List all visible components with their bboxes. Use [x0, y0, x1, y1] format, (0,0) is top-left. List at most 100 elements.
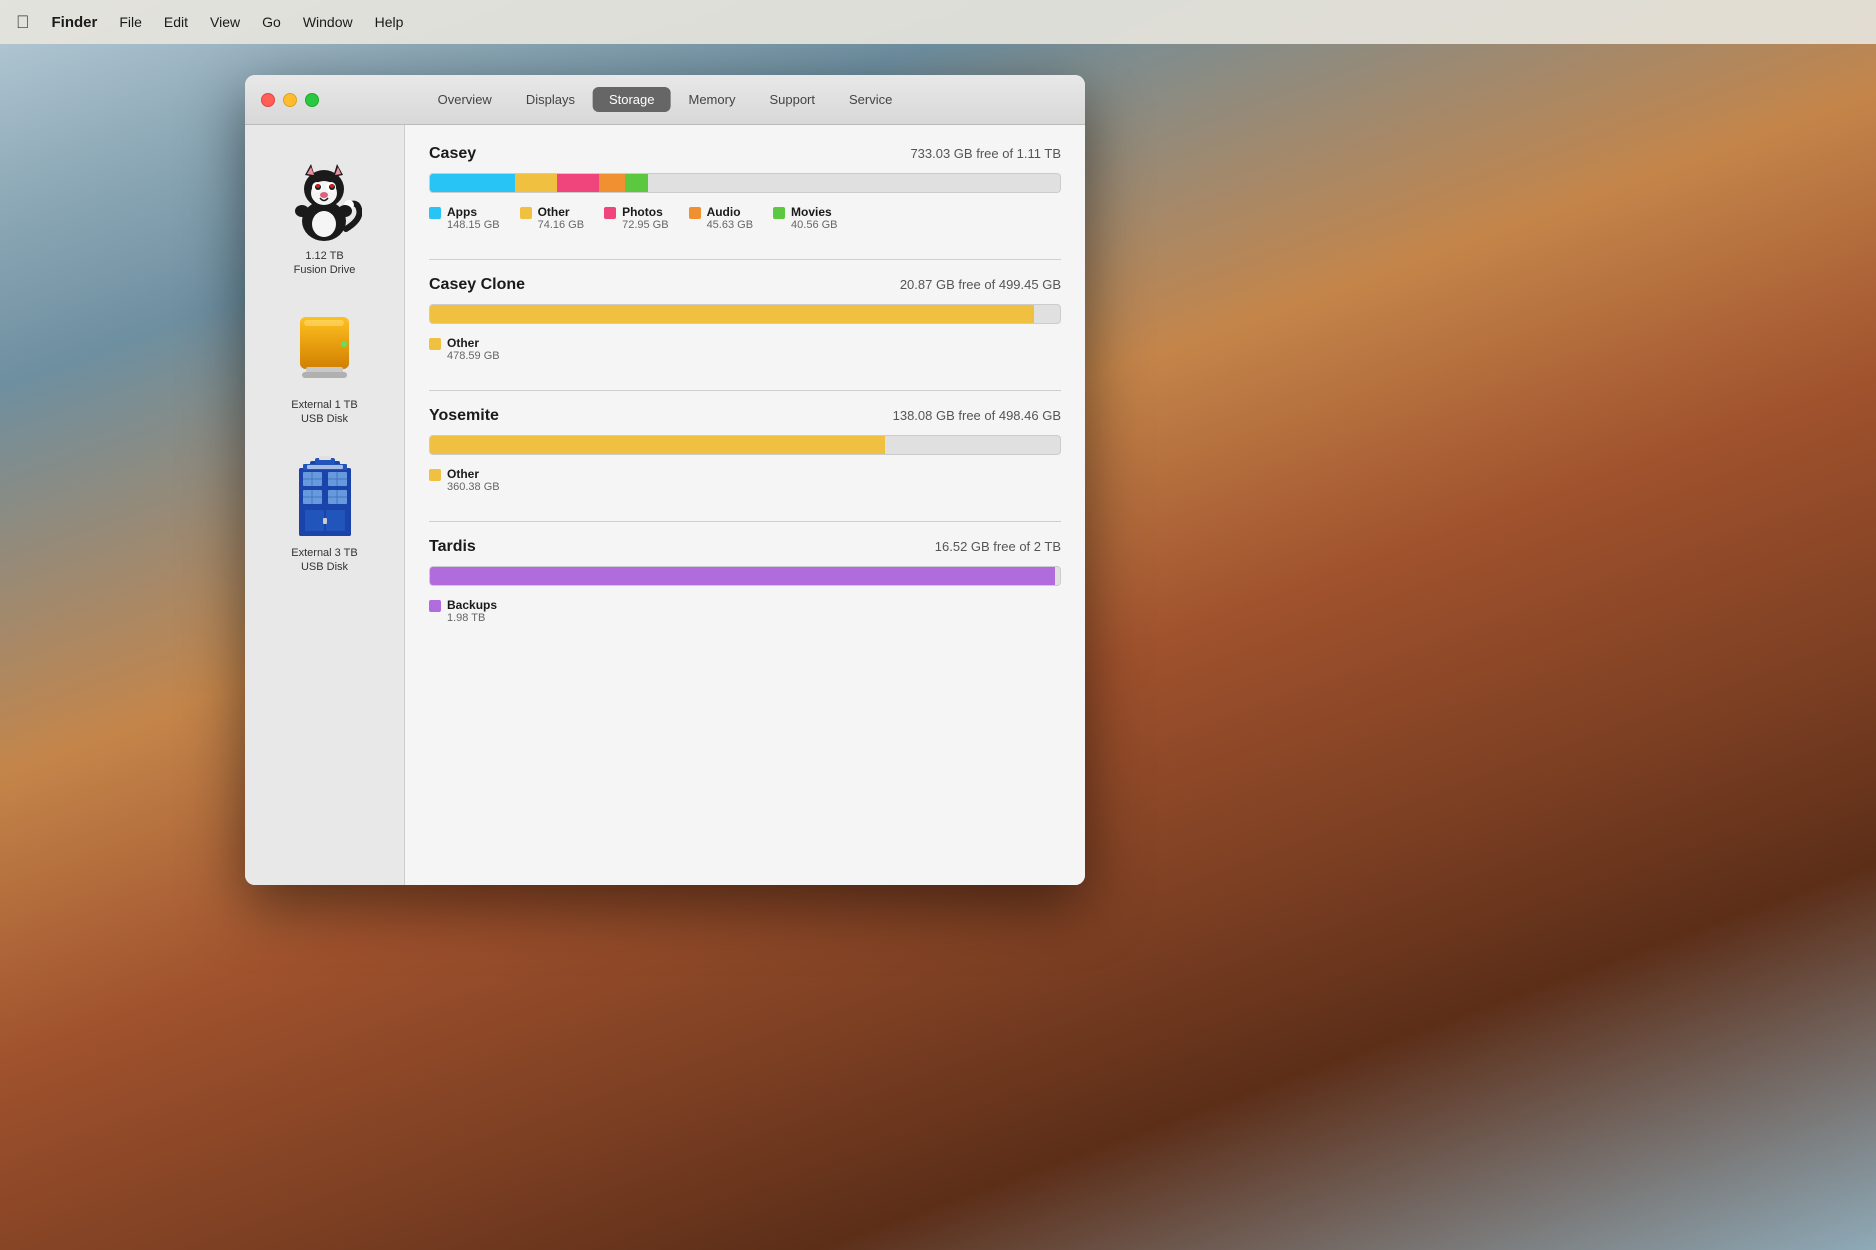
- casey-drive-icon: [285, 161, 365, 241]
- photos-label: Photos: [622, 205, 668, 219]
- photos-size: 72.95 GB: [622, 219, 668, 231]
- casey-clone-section: Casey Clone 20.87 GB free of 499.45 GB O…: [429, 276, 1061, 362]
- movies-size: 40.56 GB: [791, 219, 837, 231]
- casey-bar-audio: [599, 174, 625, 192]
- casey-free: 733.03 GB free of 1.11 TB: [910, 146, 1061, 161]
- yosemite-legend: Other 360.38 GB: [429, 467, 1061, 493]
- casey-clone-bar-other: [430, 305, 1034, 323]
- menu-window[interactable]: Window: [303, 14, 353, 30]
- casey-bar-photos: [557, 174, 599, 192]
- other-color: [520, 207, 532, 219]
- tab-bar: Overview Displays Storage Memory Support…: [422, 87, 909, 112]
- menubar:  Finder File Edit View Go Window Help: [0, 0, 1876, 44]
- legend-clone-other: Other 478.59 GB: [429, 336, 500, 362]
- yosemite-name: Yosemite: [429, 407, 499, 425]
- maximize-button[interactable]: [305, 93, 319, 107]
- casey-clone-free: 20.87 GB free of 499.45 GB: [900, 277, 1061, 292]
- apps-label: Apps: [447, 205, 500, 219]
- tab-storage[interactable]: Storage: [593, 87, 671, 112]
- legend-backups: Backups 1.98 TB: [429, 598, 497, 624]
- external1-drive-label: External 1 TB USB Disk: [291, 398, 357, 427]
- yosemite-other-size: 360.38 GB: [447, 481, 500, 493]
- movies-color: [773, 207, 785, 219]
- legend-photos: Photos 72.95 GB: [604, 205, 668, 231]
- external-drive-icon: [285, 310, 365, 390]
- menu-view[interactable]: View: [210, 14, 240, 30]
- legend-movies: Movies 40.56 GB: [773, 205, 837, 231]
- yosemite-storage-bar: [429, 435, 1061, 455]
- menu-go[interactable]: Go: [262, 14, 281, 30]
- app-name: Finder: [52, 14, 98, 31]
- yosemite-other-color: [429, 469, 441, 481]
- tab-memory[interactable]: Memory: [673, 87, 752, 112]
- other-label: Other: [538, 205, 584, 219]
- tardis-section: Tardis 16.52 GB free of 2 TB Backups 1.9…: [429, 538, 1061, 624]
- tardis-svg: [295, 456, 355, 541]
- other-size: 74.16 GB: [538, 219, 584, 231]
- casey-clone-storage-bar: [429, 304, 1061, 324]
- apple-menu-icon[interactable]: : [16, 12, 30, 33]
- tardis-storage-bar: [429, 566, 1061, 586]
- tab-overview[interactable]: Overview: [422, 87, 508, 112]
- divider-3: [429, 521, 1061, 522]
- casey-clone-legend: Other 478.59 GB: [429, 336, 1061, 362]
- casey-bar-other: [515, 174, 557, 192]
- menu-file[interactable]: File: [119, 14, 142, 30]
- backups-label: Backups: [447, 598, 497, 612]
- close-button[interactable]: [261, 93, 275, 107]
- tardis-legend: Backups 1.98 TB: [429, 598, 1061, 624]
- menu-help[interactable]: Help: [375, 14, 404, 30]
- yosemite-free: 138.08 GB free of 498.46 GB: [893, 408, 1061, 423]
- drives-sidebar: 1.12 TB Fusion Drive: [245, 125, 405, 885]
- content-area: 1.12 TB Fusion Drive: [245, 125, 1085, 885]
- tardis-name: Tardis: [429, 538, 476, 556]
- divider-1: [429, 259, 1061, 260]
- minimize-button[interactable]: [283, 93, 297, 107]
- tab-support[interactable]: Support: [753, 87, 831, 112]
- casey-section: Casey 733.03 GB free of 1.11 TB Apps: [429, 145, 1061, 231]
- tardis-drive-icon: [285, 458, 365, 538]
- sidebar-item-casey[interactable]: 1.12 TB Fusion Drive: [245, 145, 404, 294]
- audio-color: [689, 207, 701, 219]
- legend-audio: Audio 45.63 GB: [689, 205, 753, 231]
- menu-edit[interactable]: Edit: [164, 14, 188, 30]
- divider-2: [429, 390, 1061, 391]
- casey-legend: Apps 148.15 GB Other 74.16 GB: [429, 205, 1061, 231]
- casey-header: Casey 733.03 GB free of 1.11 TB: [429, 145, 1061, 163]
- backups-size: 1.98 TB: [447, 612, 497, 624]
- apps-size: 148.15 GB: [447, 219, 500, 231]
- backups-color: [429, 600, 441, 612]
- sidebar-item-external1[interactable]: External 1 TB USB Disk: [245, 294, 404, 443]
- tardis-free: 16.52 GB free of 2 TB: [935, 539, 1061, 554]
- casey-storage-bar: [429, 173, 1061, 193]
- tardis-drive-label: External 3 TB USB Disk: [291, 546, 357, 575]
- system-information-window: Overview Displays Storage Memory Support…: [245, 75, 1085, 885]
- audio-label: Audio: [707, 205, 753, 219]
- tab-displays[interactable]: Displays: [510, 87, 591, 112]
- casey-drive-label: 1.12 TB Fusion Drive: [294, 249, 356, 278]
- yosemite-section: Yosemite 138.08 GB free of 498.46 GB Oth…: [429, 407, 1061, 493]
- clone-other-size: 478.59 GB: [447, 350, 500, 362]
- clone-other-color: [429, 338, 441, 350]
- movies-label: Movies: [791, 205, 837, 219]
- casey-bar-apps: [430, 174, 515, 192]
- tardis-header: Tardis 16.52 GB free of 2 TB: [429, 538, 1061, 556]
- tab-service[interactable]: Service: [833, 87, 908, 112]
- yosemite-bar-other: [430, 436, 885, 454]
- titlebar: Overview Displays Storage Memory Support…: [245, 75, 1085, 125]
- casey-bar-movies: [625, 174, 648, 192]
- casey-clone-name: Casey Clone: [429, 276, 525, 294]
- casey-name: Casey: [429, 145, 476, 163]
- apps-color: [429, 207, 441, 219]
- photos-color: [604, 207, 616, 219]
- sylvester-svg: [287, 159, 362, 244]
- legend-other: Other 74.16 GB: [520, 205, 584, 231]
- yosemite-header: Yosemite 138.08 GB free of 498.46 GB: [429, 407, 1061, 425]
- clone-other-label: Other: [447, 336, 500, 350]
- yosemite-other-label: Other: [447, 467, 500, 481]
- tardis-bar-backups: [430, 567, 1055, 585]
- audio-size: 45.63 GB: [707, 219, 753, 231]
- detail-panel: Casey 733.03 GB free of 1.11 TB Apps: [405, 125, 1085, 885]
- legend-apps: Apps 148.15 GB: [429, 205, 500, 231]
- sidebar-item-tardis[interactable]: External 3 TB USB Disk: [245, 442, 404, 591]
